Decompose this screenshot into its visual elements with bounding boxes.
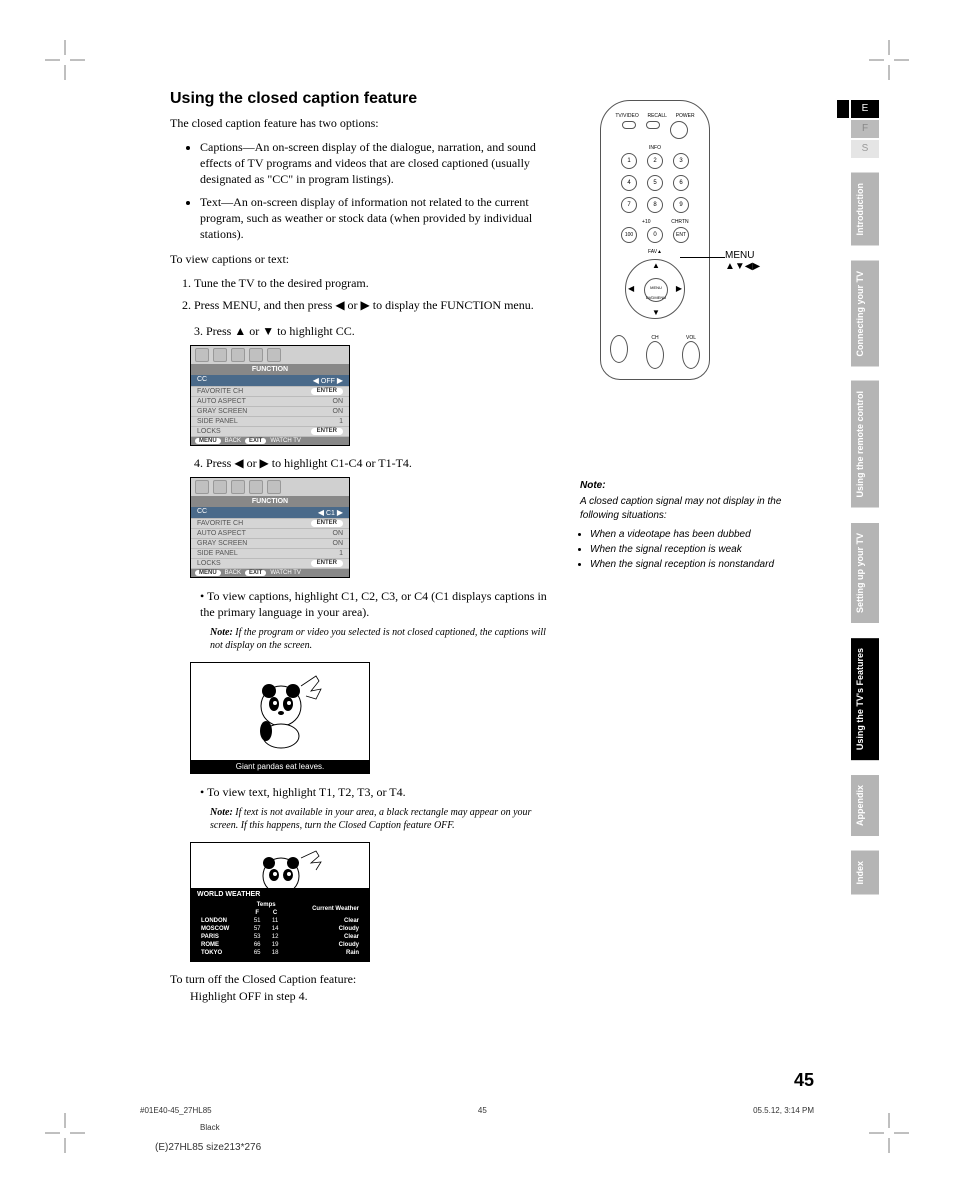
tab-setting-up: Setting up your TV [851,523,879,623]
note-block: Note: A closed caption signal may not di… [580,480,790,570]
turn-off-sub: Highlight OFF in step 4. [190,989,550,1004]
bullet-captions: Captions—An on-screen display of the dia… [200,139,550,188]
tab-connecting: Connecting your TV [851,261,879,367]
intro-text: The closed caption feature has two optio… [170,116,550,131]
callout-line [680,257,725,258]
turn-off-heading: To turn off the Closed Caption feature: [170,972,550,987]
remote-callout: MENU ▲▼◀▶ [725,250,760,272]
tab-features: Using the TV's Features [851,638,879,760]
note-1: Note: If the program or video you select… [210,626,550,652]
caption-text: Giant pandas eat leaves. [191,760,369,773]
function-menu-c1: FUNCTION CC◀ C1 ▶ FAVORITE CHENTER AUTO … [190,477,350,578]
step-2: Press MENU, and then press ◀ or ▶ to dis… [194,297,550,313]
lang-f: F [851,120,879,138]
lang-e: E [851,100,879,118]
lang-s: S [851,140,879,158]
crop-mark-tl [45,40,85,80]
note-2: Note: If text is not available in your a… [210,806,550,832]
weather-table: TempsCurrent Weather FC LONDON5111Clear … [197,900,363,958]
footer-info: #01E40-45_27HL85 45 05.5.12, 3:14 PM Bla… [0,1106,954,1153]
page-number: 45 [794,1070,814,1091]
right-column: TV/VIDEORECALLPOWER INFO 123 456 789 +10… [570,90,790,1004]
caption-example-image: Giant pandas eat leaves. [190,662,370,774]
crop-mark-tr [869,40,909,80]
sub-text: • To view text, highlight T1, T2, T3, or… [200,784,550,800]
view-intro: To view captions or text: [170,252,550,267]
bullet-text: Text—An on-screen display of information… [200,194,550,243]
function-menu-off: FUNCTION CC◀ OFF ▶ FAVORITE CHENTER AUTO… [190,345,350,446]
panda-icon [241,671,331,751]
step-1: Tune the TV to the desired program. [194,275,550,291]
main-column: Using the closed caption feature The clo… [170,90,550,1004]
sidebar-tabs: E F S Introduction Connecting your TV Us… [851,100,879,894]
tab-remote: Using the remote control [851,381,879,508]
weather-example-image: WORLD WEATHER TempsCurrent Weather FC LO… [190,842,370,962]
remote-illustration: TV/VIDEORECALLPOWER INFO 123 456 789 +10… [600,100,710,380]
tab-introduction: Introduction [851,173,879,246]
tab-appendix: Appendix [851,775,879,836]
tab-index: Index [851,851,879,895]
page-title: Using the closed caption feature [170,90,550,108]
step-4: 4. Press ◀ or ▶ to highlight C1-C4 or T1… [194,456,550,471]
step-3: 3. Press ▲ or ▼ to highlight CC. [194,324,550,339]
sub-captions: • To view captions, highlight C1, C2, C3… [200,588,550,620]
